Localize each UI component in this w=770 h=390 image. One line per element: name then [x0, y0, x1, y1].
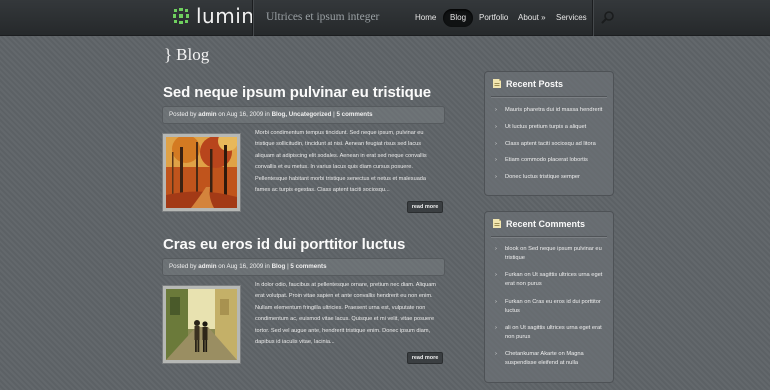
post-thumbnail[interactable]: [162, 285, 241, 364]
read-more-button[interactable]: read more: [407, 352, 443, 364]
post-excerpt: Morbi condimentum tempus tincidunt. Sed …: [255, 128, 445, 196]
recent-post-link[interactable]: › Etiam commodo placerat lobortis: [495, 156, 607, 165]
excerpt-line: tortor. Sed vel augue ante, hendrerit tr…: [255, 327, 431, 334]
meta-separator: |: [287, 263, 289, 270]
recent-comments-widget: Recent Comments › blook on Sed neque ipsu…: [484, 211, 614, 383]
header-divider: [252, 0, 253, 36]
meta-comments[interactable]: 5 comments: [290, 263, 326, 270]
nav-blog[interactable]: Blog: [443, 9, 474, 27]
recent-comment-line[interactable]: ali on Ut sagittis ultrices urna eget er…: [495, 324, 607, 333]
arrow-icon: ›: [495, 351, 497, 357]
couple-walking-alley-image: [166, 289, 237, 360]
recent-comment-link[interactable]: › ali on Ut sagittis ultrices urna eget e…: [495, 324, 607, 342]
post-meta: Posted by admin on Aug 16, 2009 in Blog …: [162, 258, 445, 276]
arrow-icon: ›: [495, 157, 497, 163]
meta-separator: |: [333, 111, 335, 118]
search-divider: [592, 0, 593, 36]
excerpt-line: dapibus id iaculis vitae, lacinia...: [255, 339, 335, 346]
title-brace: }: [164, 45, 173, 64]
excerpt-line: erat volutpat. Proin vitae sapien et ant…: [255, 293, 433, 300]
read-more-button[interactable]: read more: [407, 201, 443, 213]
arrow-icon: ›: [495, 124, 497, 130]
recent-post-label[interactable]: Etiam commodo placerat lobortis: [495, 156, 607, 165]
recent-comment-line[interactable]: Furkan on Cras eu eros id dui porttitor: [495, 298, 607, 307]
nav-home[interactable]: Home: [408, 9, 443, 27]
recent-post-label[interactable]: Donec luctus tristique semper: [495, 173, 607, 182]
recent-comment-link[interactable]: › Chetankumar Akarte on Magna suspendisse …: [495, 350, 607, 368]
post-title[interactable]: Cras eu eros id dui porttitor luctus: [163, 236, 405, 253]
recent-post-label[interactable]: Class aptent taciti sociosqu ad litora: [495, 140, 607, 149]
arrow-icon: ›: [495, 174, 497, 180]
recent-comment-line[interactable]: luctus: [495, 307, 607, 316]
excerpt-line: tristique sollicitudin, tincidunt at nis…: [255, 141, 422, 148]
meta-comments[interactable]: 5 comments: [336, 111, 372, 118]
meta-date: on Aug 16, 2009 in: [218, 263, 270, 270]
header-bar: lumin Ultrices et ipsum integer Home Blo…: [0, 0, 770, 36]
recent-comment-line[interactable]: Furkan on Ut sagittis ultrices urna eget: [495, 271, 607, 280]
excerpt-line: Morbi condimentum tempus tincidunt. Sed …: [255, 130, 424, 136]
meta-categories[interactable]: Blog: [272, 263, 286, 270]
recent-comment-line[interactable]: erat non purus: [495, 280, 607, 289]
meta-author[interactable]: admin: [198, 263, 216, 270]
recent-comment-line[interactable]: tristique: [495, 254, 607, 263]
post-excerpt: In dolor odio, faucibus at pellentesque …: [255, 280, 445, 348]
meta-date: on Aug 16, 2009 in: [218, 111, 270, 118]
recent-post-link[interactable]: › Class aptent taciti sociosqu ad litora: [495, 140, 607, 149]
excerpt-line: In dolor odio, faucibus at pellentesque …: [255, 282, 436, 288]
recent-post-label[interactable]: Mauris pharetra dui id massa hendrerit: [495, 106, 607, 115]
nav-about[interactable]: About »: [511, 9, 553, 27]
excerpt-line: Nullam elementum fringilla ultricies. Pr…: [255, 304, 426, 311]
widget-divider: [491, 236, 607, 237]
page-title: } Blog: [164, 45, 209, 65]
widget-title: Recent Comments: [493, 219, 585, 229]
recent-comment-line[interactable]: suspendisse eleifend at nulla: [495, 359, 607, 368]
nav-services[interactable]: Services: [549, 9, 594, 27]
meta-posted-by: Posted by: [169, 263, 197, 270]
post-title[interactable]: Sed neque ipsum pulvinar eu tristique: [163, 84, 431, 101]
recent-comment-link[interactable]: › Furkan on Ut sagittis ultrices urna ege…: [495, 271, 607, 289]
arrow-icon: ›: [495, 299, 497, 305]
excerpt-line: Pellentesque habitant morbi tristique se…: [255, 175, 427, 182]
widget-title-text: Recent Comments: [506, 219, 586, 229]
recent-comment-link[interactable]: › Furkan on Cras eu eros id dui porttitor…: [495, 298, 607, 316]
recent-post-link[interactable]: › Mauris pharetra dui id massa hendrerit: [495, 106, 607, 115]
recent-comment-line[interactable]: blook on Sed neque ipsum pulvinar eu: [495, 245, 607, 254]
widget-title-text: Recent Posts: [506, 79, 564, 89]
document-icon: [493, 79, 501, 88]
arrow-icon: ›: [495, 325, 497, 331]
meta-posted-by: Posted by: [169, 111, 197, 118]
recent-comment-line[interactable]: non purus: [495, 333, 607, 342]
meta-categories[interactable]: Blog, Uncategorized: [272, 111, 332, 118]
recent-post-link[interactable]: › Donec luctus tristique semper: [495, 173, 607, 182]
post-meta: Posted by admin on Aug 16, 2009 in Blog,…: [162, 106, 445, 124]
site-tagline: Ultrices et ipsum integer: [266, 11, 380, 23]
arrow-icon: ›: [495, 272, 497, 278]
nav-portfolio[interactable]: Portfolio: [472, 9, 515, 27]
recent-comment-link[interactable]: › blook on Sed neque ipsum pulvinar eu tri…: [495, 245, 607, 263]
excerpt-line: fames ac turpis egestas. Class aptent ta…: [255, 187, 390, 194]
excerpt-line: convallis et eu metus. In varius lacus q…: [255, 164, 413, 171]
document-icon: [493, 219, 501, 228]
arrow-icon: ›: [495, 107, 497, 113]
recent-post-label[interactable]: Ut luctus pretium turpis a aliquet: [495, 123, 607, 132]
page-title-text: Blog: [176, 45, 210, 64]
recent-comment-line[interactable]: Chetankumar Akarte on Magna: [495, 350, 607, 359]
logo-icon[interactable]: [172, 7, 190, 25]
recent-posts-widget: Recent Posts › Mauris pharetra dui id mas…: [484, 71, 614, 196]
search-icon[interactable]: [601, 10, 615, 24]
meta-author[interactable]: admin: [198, 111, 216, 118]
post-thumbnail[interactable]: [162, 133, 241, 212]
arrow-icon: ›: [495, 141, 497, 147]
excerpt-line: condimentum ac, euismod vitae lacus. Qui…: [255, 316, 435, 323]
arrow-icon: ›: [495, 246, 497, 252]
excerpt-line: aliquam at adipiscing elit sodales. Aene…: [255, 152, 427, 159]
autumn-forest-image: [166, 137, 237, 208]
logo-text[interactable]: lumin: [196, 4, 254, 28]
recent-post-link[interactable]: › Ut luctus pretium turpis a aliquet: [495, 123, 607, 132]
widget-divider: [491, 96, 607, 97]
widget-title: Recent Posts: [493, 79, 563, 89]
